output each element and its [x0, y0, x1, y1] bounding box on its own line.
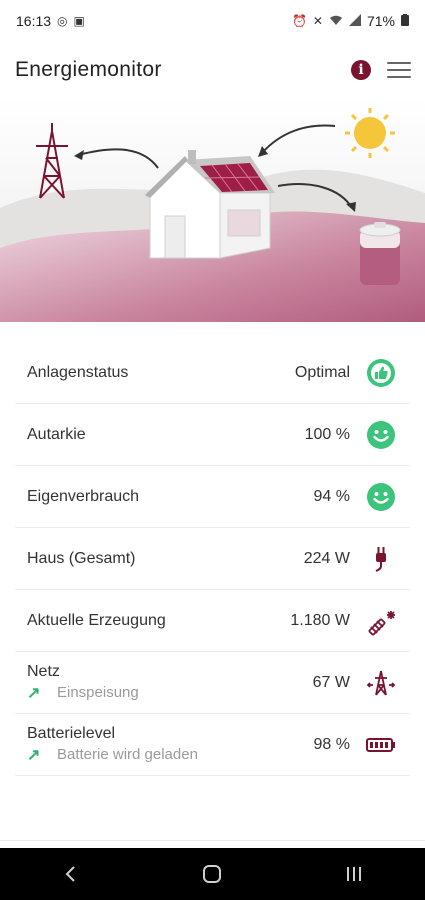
row-value: 1.180 W — [290, 611, 350, 629]
status-bar: 16:13 ◎ ▣ ⏰ ✕ 71% — [0, 0, 425, 42]
signal-icon — [348, 13, 361, 29]
smiley-icon — [364, 418, 398, 452]
app-bar: Energiemonitor i — [0, 42, 425, 98]
power-tower-icon — [364, 666, 398, 700]
lock-icon: ▣ — [73, 14, 85, 28]
row-value: Optimal — [294, 363, 350, 381]
battery-percent: 71% — [366, 13, 395, 29]
row-value: 94 % — [313, 487, 350, 505]
arrow-up-right-icon: ↗ — [27, 684, 41, 702]
list-item[interactable]: Autarkie 100 % — [15, 404, 410, 466]
row-label: Batterielevel — [27, 724, 116, 742]
list-item[interactable]: Eigenverbrauch 94 % — [15, 466, 410, 528]
recents-icon[interactable] — [324, 854, 384, 894]
bottom-divider — [0, 840, 425, 841]
row-value: 98 % — [313, 735, 350, 753]
row-label: Anlagenstatus — [27, 363, 129, 381]
row-value: 224 W — [303, 549, 350, 567]
energy-flow-illustration — [0, 98, 425, 322]
wifi-icon — [329, 14, 343, 29]
row-label: Eigenverbrauch — [27, 487, 140, 505]
arrow-up-right-icon: ↗ — [27, 746, 41, 764]
list-item[interactable]: Netz ↗ Einspeisung 67 W — [15, 652, 410, 714]
back-icon[interactable] — [41, 854, 101, 894]
row-label: Netz — [27, 662, 60, 680]
battery-icon — [401, 13, 409, 29]
solar-panel-icon — [364, 604, 398, 638]
row-label: Haus (Gesamt) — [27, 549, 136, 567]
alarm-icon: ⏰ — [291, 14, 307, 28]
mute-icon: ✕ — [312, 14, 323, 28]
list-item[interactable]: Aktuelle Erzeugung 1.180 W — [15, 590, 410, 652]
clock: 16:13 — [16, 13, 52, 29]
home-icon[interactable] — [182, 854, 242, 894]
info-icon[interactable]: i — [351, 60, 371, 80]
data-saver-icon: ◎ — [57, 14, 68, 28]
row-label: Autarkie — [27, 425, 86, 443]
page-title: Energiemonitor — [15, 58, 162, 81]
battery-graphic — [359, 222, 401, 285]
list-item[interactable]: Haus (Gesamt) 224 W — [15, 528, 410, 590]
thumbs-up-icon — [364, 356, 398, 390]
battery-charging-icon — [364, 728, 398, 762]
row-sub-label: Batterie wird geladen — [57, 746, 198, 763]
list-item[interactable]: Batterielevel ↗ Batterie wird geladen 98… — [15, 714, 410, 776]
row-sub-label: Einspeisung — [57, 684, 139, 701]
plug-icon — [364, 542, 398, 576]
row-label: Aktuelle Erzeugung — [27, 611, 166, 629]
row-value: 67 W — [312, 673, 350, 691]
smiley-icon — [364, 480, 398, 514]
energy-status-list: Anlagenstatus Optimal Autarkie 100 % Eig… — [15, 342, 410, 776]
list-item[interactable]: Anlagenstatus Optimal — [15, 342, 410, 404]
row-value: 100 % — [304, 425, 350, 443]
menu-icon[interactable] — [387, 62, 411, 78]
system-nav-bar — [0, 848, 425, 900]
